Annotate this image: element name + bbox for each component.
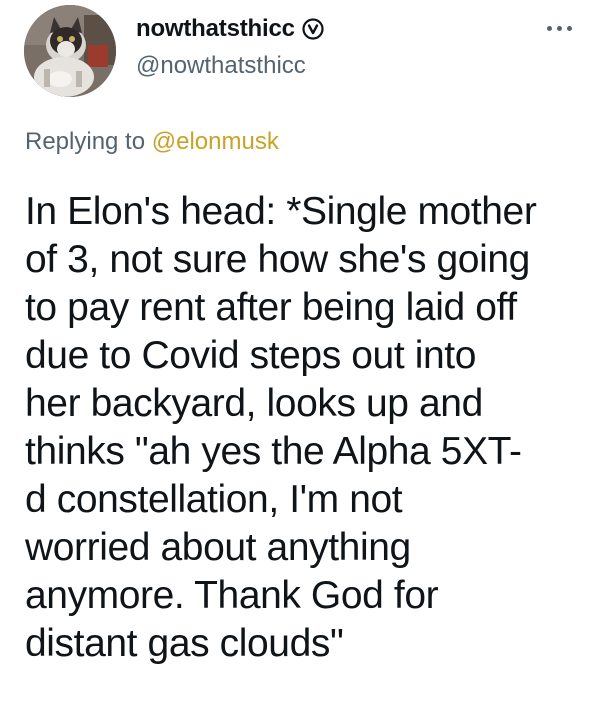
avatar[interactable] (24, 5, 116, 97)
more-options-icon-dot (566, 25, 572, 31)
tweet-text-line: worried about anything (25, 526, 411, 569)
more-options-button[interactable] (541, 18, 577, 38)
tweet-text-line: of 3, not sure how she's going (25, 238, 530, 281)
tweet-text-line: her backyard, looks up and (25, 382, 483, 425)
verified-badge-icon (302, 18, 324, 40)
tweet-text: In Elon's head: *Single mother of 3, not… (25, 188, 585, 668)
tweet-text-line: thinks "ah yes the Alpha 5XT- (25, 430, 522, 473)
replying-to-row: Replying to @elonmusk (25, 128, 279, 156)
tweet-card: nowthatsthicc @nowthatsthicc Replying to… (0, 0, 599, 717)
replying-to-label: Replying to (25, 128, 152, 155)
tweet-text-line: to pay rent after being laid off (25, 286, 517, 329)
tweet-text-line: d constellation, I'm not (25, 478, 403, 521)
more-options-icon (546, 25, 552, 31)
display-name[interactable]: nowthatsthicc (136, 15, 295, 43)
author-handle[interactable]: @nowthatsthicc (136, 52, 306, 80)
tweet-text-line: distant gas clouds" (25, 622, 344, 665)
cat-photo-icon (24, 5, 116, 97)
mention-link[interactable]: @elonmusk (152, 128, 279, 155)
tweet-text-line: due to Covid steps out into (25, 334, 476, 377)
author-name-row[interactable]: nowthatsthicc (136, 14, 324, 44)
tweet-text-line: anymore. Thank God for (25, 574, 439, 617)
tweet-text-line: In Elon's head: *Single mother (25, 190, 537, 233)
more-options-icon-dot (556, 25, 562, 31)
